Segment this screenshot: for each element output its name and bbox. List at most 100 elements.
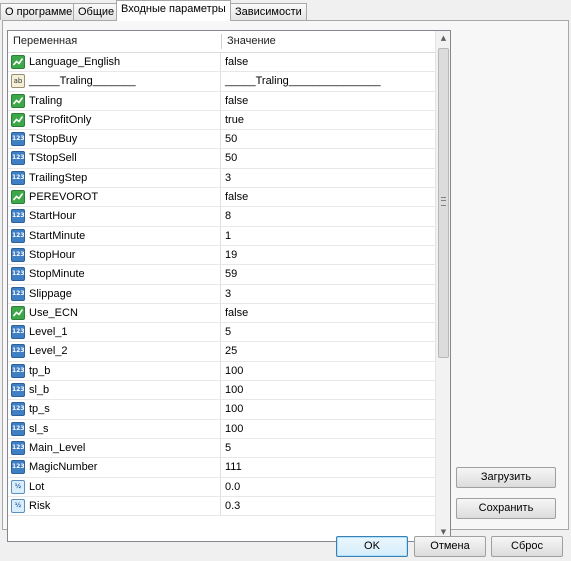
variable-cell[interactable]: 123 TStopSell <box>8 149 221 168</box>
table-row[interactable]: 123 TStopSell 50 <box>8 149 435 169</box>
value-cell[interactable]: 50 <box>222 149 435 167</box>
table-row[interactable]: Traling false <box>8 91 435 111</box>
variable-cell[interactable]: ½ Risk <box>8 496 221 516</box>
ok-button[interactable]: OK <box>336 536 408 557</box>
table-row[interactable]: 123 StopMinute 59 <box>8 265 435 285</box>
variable-cell[interactable]: 123 Main_Level <box>8 438 221 458</box>
table-row[interactable]: 123 Main_Level 5 <box>8 438 435 459</box>
vertical-scrollbar[interactable]: ▲ ▼ <box>435 31 450 541</box>
table-row[interactable]: ½ Risk 0.3 <box>8 496 435 517</box>
table-row[interactable]: 123 MagicNumber 111 <box>8 458 435 478</box>
table-row[interactable]: 123 TrailingStep 3 <box>8 168 435 189</box>
table-row[interactable]: 123 StartHour 8 <box>8 207 435 227</box>
variable-cell[interactable]: ab _____Traling_______ <box>8 72 221 91</box>
tab-general[interactable]: Общие <box>73 3 117 20</box>
table-row[interactable]: 123 sl_s 100 <box>8 419 435 439</box>
variable-cell[interactable]: Language_English <box>8 53 221 72</box>
variable-cell[interactable]: TSProfitOnly <box>8 110 221 130</box>
variable-cell[interactable]: 123 StopMinute <box>8 265 221 284</box>
table-row[interactable]: Language_English false <box>8 53 435 73</box>
table-row[interactable]: 123 tp_b 100 <box>8 361 435 382</box>
variable-name: TStopBuy <box>29 133 78 146</box>
value-cell[interactable]: false <box>222 92 435 110</box>
bool-type-icon <box>11 112 25 127</box>
table-row[interactable]: TSProfitOnly true <box>8 110 435 131</box>
variable-cell[interactable]: PEREVOROT <box>8 188 221 207</box>
table-row[interactable]: Use_ECN false <box>8 303 435 324</box>
value-cell[interactable]: 3 <box>222 169 435 187</box>
integer-type-icon: 123 <box>11 440 25 455</box>
value-cell[interactable]: false <box>222 53 435 71</box>
integer-type-icon: 123 <box>11 209 25 224</box>
value-cell[interactable]: 19 <box>222 246 435 264</box>
value-cell[interactable]: false <box>222 188 435 206</box>
variable-cell[interactable]: 123 TStopBuy <box>8 130 221 149</box>
save-button[interactable]: Сохранить <box>456 498 556 519</box>
variable-cell[interactable]: 123 StopHour <box>8 245 221 265</box>
table-row[interactable]: 123 StopHour 19 <box>8 245 435 266</box>
value-cell[interactable]: 50 <box>222 130 435 148</box>
variable-cell[interactable]: 123 sl_b <box>8 381 221 400</box>
table-row[interactable]: 123 Level_2 25 <box>8 342 435 362</box>
variable-cell[interactable]: 123 Level_1 <box>8 323 221 342</box>
scroll-up-arrow-icon[interactable]: ▲ <box>436 31 450 46</box>
cancel-button[interactable]: Отмена <box>414 536 486 557</box>
variable-cell[interactable]: 123 MagicNumber <box>8 458 221 477</box>
tab-dependencies[interactable]: Зависимости <box>230 3 307 20</box>
value-cell[interactable]: 100 <box>222 381 435 399</box>
value-cell[interactable]: _____Traling_______________ <box>222 72 435 90</box>
tab-about[interactable]: О программе <box>0 3 74 20</box>
value-cell[interactable]: 100 <box>222 400 435 418</box>
value-cell[interactable]: 0.3 <box>222 497 435 515</box>
table-row[interactable]: ab _____Traling_______ _____Traling_______… <box>8 72 435 92</box>
variable-cell[interactable]: 123 sl_s <box>8 419 221 438</box>
variable-name: PEREVOROT <box>29 191 99 204</box>
integer-type-icon: 123 <box>11 267 25 282</box>
value-cell[interactable]: 25 <box>222 342 435 360</box>
variable-name: Level_2 <box>29 345 68 358</box>
variable-name: TSProfitOnly <box>29 113 92 126</box>
variable-cell[interactable]: 123 TrailingStep <box>8 168 221 188</box>
value-cell[interactable]: 3 <box>222 285 435 303</box>
value-cell[interactable]: true <box>222 111 435 129</box>
variable-cell[interactable]: ½ Lot <box>8 477 221 496</box>
table-row[interactable]: 123 Slippage 3 <box>8 284 435 304</box>
table-row[interactable]: 123 tp_s 100 <box>8 400 435 420</box>
value-cell[interactable]: false <box>222 304 435 322</box>
value-cell[interactable]: 5 <box>222 323 435 341</box>
integer-type-icon: 123 <box>11 286 25 301</box>
load-button[interactable]: Загрузить <box>456 467 556 488</box>
column-header-value[interactable]: Значение <box>222 31 435 52</box>
value-cell[interactable]: 5 <box>222 439 435 457</box>
variable-cell[interactable]: 123 StartMinute <box>8 226 221 245</box>
column-header-variable[interactable]: Переменная <box>8 31 221 52</box>
scrollbar-thumb[interactable] <box>438 48 449 358</box>
variable-name: StopMinute <box>29 268 85 281</box>
value-cell[interactable]: 59 <box>222 265 435 283</box>
variable-cell[interactable]: 123 StartHour <box>8 207 221 226</box>
variable-name: tp_b <box>29 364 51 377</box>
tab-panel: Переменная Значение Language_English fals… <box>2 20 569 542</box>
value-cell[interactable]: 1 <box>222 227 435 245</box>
variable-cell[interactable]: 123 Slippage <box>8 284 221 303</box>
variable-cell[interactable]: 123 tp_b <box>8 361 221 381</box>
value-cell[interactable]: 0.0 <box>222 478 435 496</box>
value-cell[interactable]: 8 <box>222 207 435 225</box>
table-row[interactable]: 123 StartMinute 1 <box>8 226 435 246</box>
variable-cell[interactable]: 123 tp_s <box>8 400 221 419</box>
table-row[interactable]: 123 sl_b 100 <box>8 381 435 401</box>
table-row[interactable]: 123 Level_1 5 <box>8 323 435 343</box>
value-cell[interactable]: 100 <box>222 420 435 438</box>
table-row[interactable]: ½ Lot 0.0 <box>8 477 435 497</box>
integer-type-icon: 123 <box>11 170 25 185</box>
integer-type-icon: 123 <box>11 132 25 147</box>
variable-cell[interactable]: Use_ECN <box>8 303 221 323</box>
variable-cell[interactable]: Traling <box>8 91 221 110</box>
table-row[interactable]: 123 TStopBuy 50 <box>8 130 435 150</box>
value-cell[interactable]: 111 <box>222 458 435 476</box>
table-row[interactable]: PEREVOROT false <box>8 188 435 208</box>
reset-button[interactable]: Сброс <box>491 536 563 557</box>
tab-input-parameters[interactable]: Входные параметры <box>116 0 231 21</box>
value-cell[interactable]: 100 <box>222 362 435 380</box>
variable-cell[interactable]: 123 Level_2 <box>8 342 221 361</box>
